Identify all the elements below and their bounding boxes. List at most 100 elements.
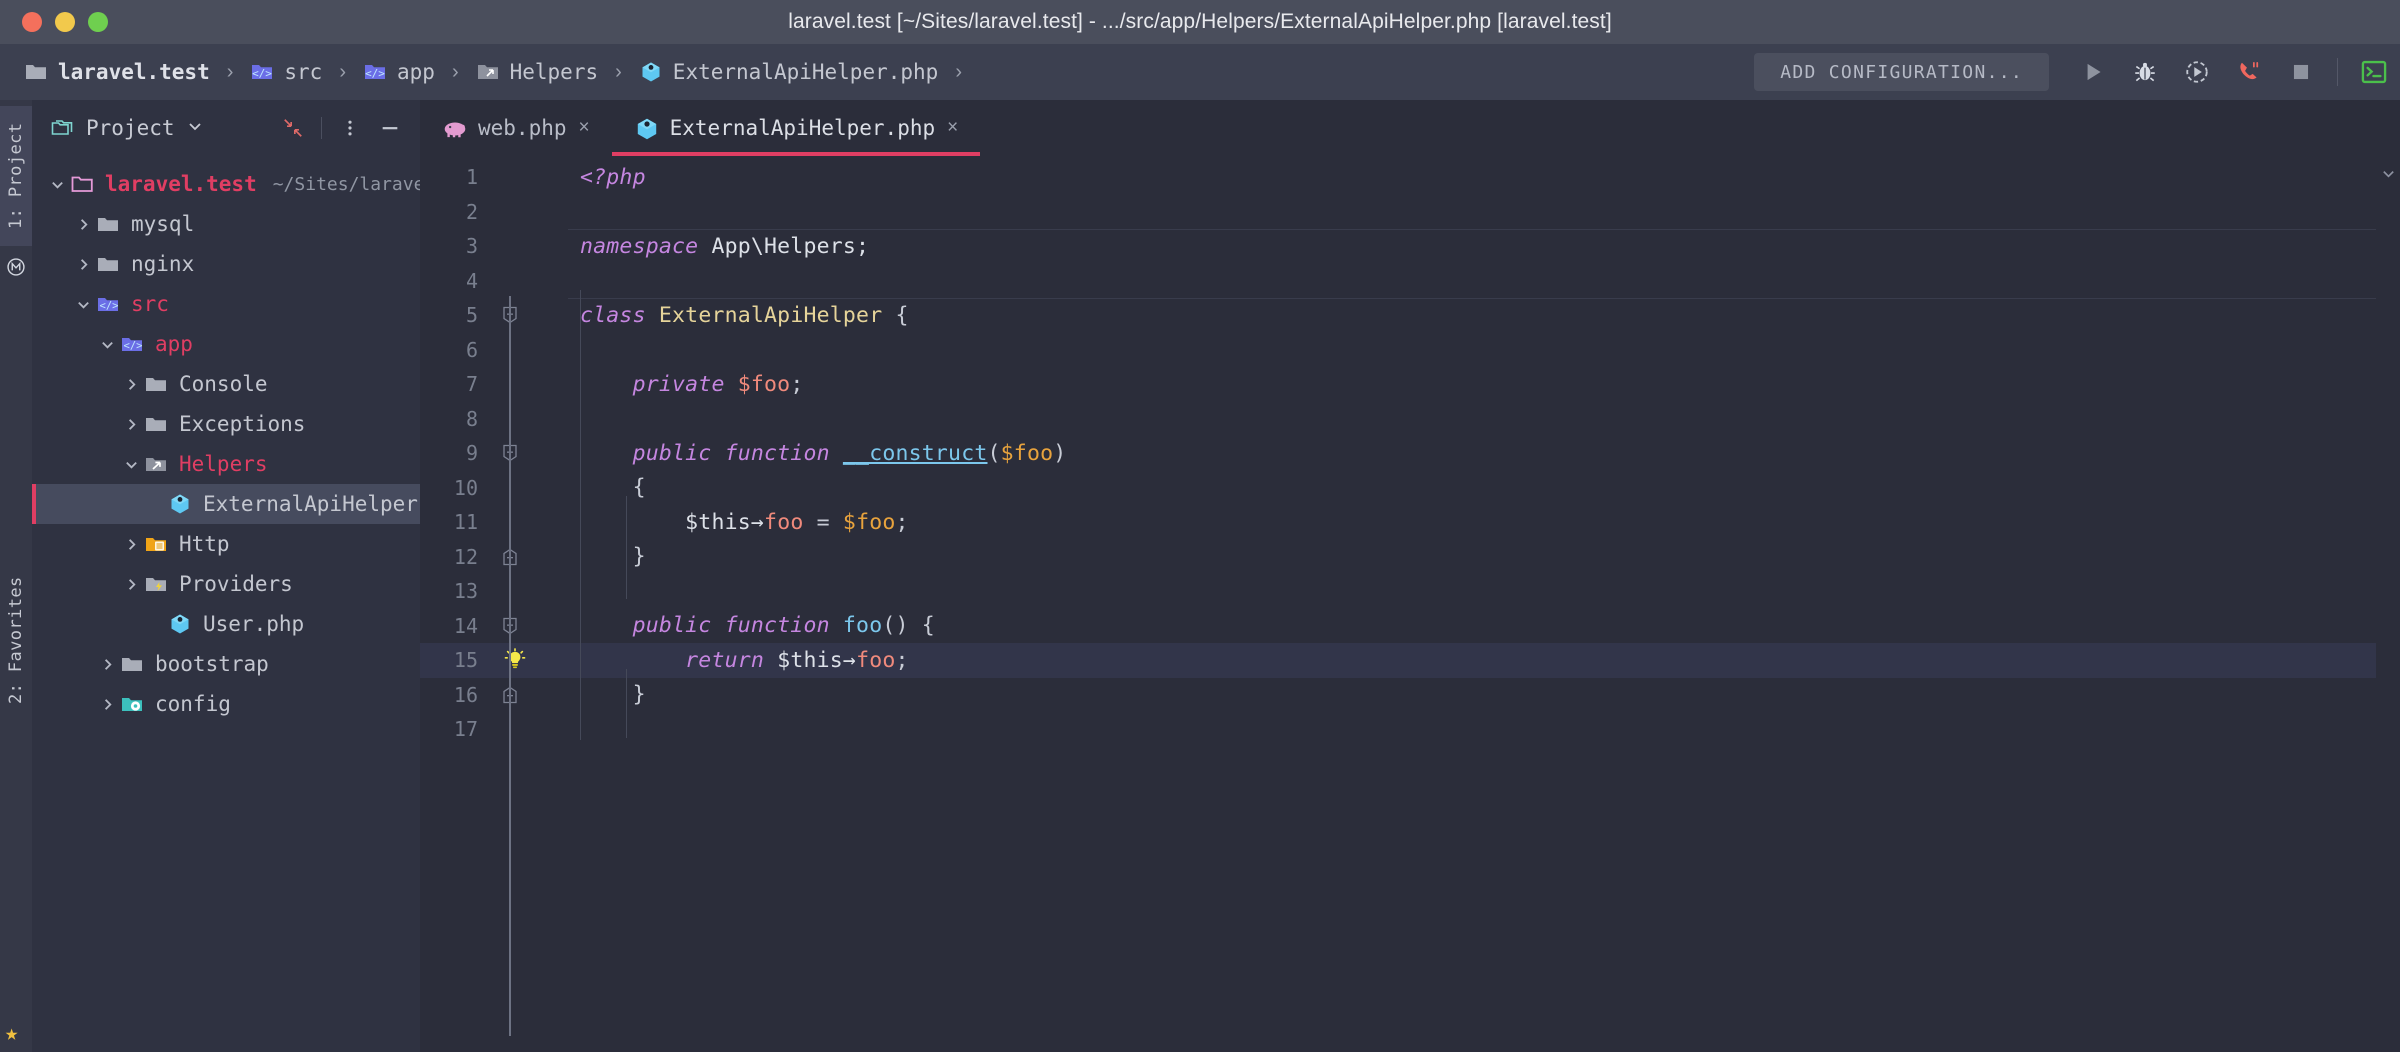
debug-button[interactable] <box>2119 49 2171 95</box>
minimize-window-button[interactable] <box>55 12 75 32</box>
breadcrumb-item-file[interactable]: ExternalApiHelper.php <box>633 57 945 87</box>
gutter-line[interactable]: 6 <box>420 333 568 368</box>
chevron-down-icon[interactable] <box>70 297 96 312</box>
run-button[interactable] <box>2067 49 2119 95</box>
tab-externalapihelper-php[interactable]: ExternalApiHelper.php × <box>611 100 981 156</box>
code-line[interactable] <box>568 712 2376 747</box>
chevron-right-icon[interactable] <box>118 417 144 432</box>
code-line[interactable]: public function __construct($foo) <box>568 436 2376 471</box>
code-line[interactable] <box>568 195 2376 230</box>
close-window-button[interactable] <box>22 12 42 32</box>
code-line[interactable] <box>568 402 2376 437</box>
code-line[interactable]: private $foo; <box>568 367 2376 402</box>
code-line[interactable]: return $this → foo; <box>568 643 2376 678</box>
code-token: public function <box>632 440 830 466</box>
editor-scrollbar[interactable] <box>2376 156 2400 1052</box>
tree-item-console[interactable]: Console <box>32 364 420 404</box>
gutter-line[interactable]: 9 <box>420 436 568 471</box>
chevron-right-icon[interactable] <box>94 697 120 712</box>
chevron-down-icon[interactable] <box>187 118 203 138</box>
chevron-right-icon[interactable] <box>118 377 144 392</box>
gutter-line[interactable]: 13 <box>420 574 568 609</box>
code-line[interactable] <box>568 574 2376 609</box>
gutter-line[interactable]: 12 <box>420 540 568 575</box>
tree-item-config[interactable]: config <box>32 684 420 724</box>
code-content[interactable]: <?php namespace App\Helpers; class Externa… <box>568 156 2376 1052</box>
chevron-down-icon[interactable] <box>2381 166 2396 185</box>
tree-item-helpers[interactable]: Helpers <box>32 444 420 484</box>
chevron-right-icon[interactable] <box>70 257 96 272</box>
gutter-line[interactable]: 5 <box>420 298 568 333</box>
chevron-down-icon[interactable] <box>94 337 120 352</box>
code-line[interactable]: } <box>568 678 2376 713</box>
run-with-coverage-button[interactable] <box>2171 49 2223 95</box>
svg-text:</>: </> <box>252 67 272 80</box>
tab-close-icon[interactable]: × <box>947 117 958 139</box>
code-line[interactable]: class ExternalApiHelper { <box>568 298 2376 333</box>
chevron-right-icon[interactable] <box>94 657 120 672</box>
tab-web-php[interactable]: web.php × <box>420 100 612 156</box>
gutter-line[interactable]: 14 <box>420 609 568 644</box>
gutter-line[interactable]: 8 <box>420 402 568 437</box>
chevron-right-icon[interactable] <box>70 217 96 232</box>
gutter-line[interactable]: 1 <box>420 160 568 195</box>
structure-icon[interactable] <box>0 250 32 284</box>
gutter-icon-slot[interactable] <box>486 617 566 635</box>
tree-item-http[interactable]: Http <box>32 524 420 564</box>
chevron-right-icon[interactable] <box>118 577 144 592</box>
star-icon[interactable]: ★ <box>5 1021 18 1046</box>
code-line[interactable]: namespace App\Helpers; <box>568 229 2376 264</box>
code-line[interactable]: $this → foo = $foo; <box>568 505 2376 540</box>
gutter-line[interactable]: 2 <box>420 195 568 230</box>
tab-close-icon[interactable]: × <box>579 117 590 139</box>
breadcrumb-item-src[interactable]: </> src <box>244 57 328 87</box>
tree-item-providers[interactable]: Providers <box>32 564 420 604</box>
breadcrumb-item-project[interactable]: laravel.test <box>18 57 216 87</box>
breadcrumb-item-app[interactable]: </> app <box>357 57 441 87</box>
tree-item-externalapihelper-php[interactable]: ExternalApiHelper.php <box>32 484 420 524</box>
panel-options-button[interactable] <box>332 110 368 146</box>
svg-text:</>: </> <box>365 67 385 80</box>
code-line[interactable]: { <box>568 471 2376 506</box>
gutter-line[interactable]: 17 <box>420 712 568 747</box>
gutter-line[interactable]: 10 <box>420 471 568 506</box>
tree-item-exceptions[interactable]: Exceptions <box>32 404 420 444</box>
code-line[interactable]: } <box>568 540 2376 575</box>
code-line[interactable] <box>568 333 2376 368</box>
collapse-all-button[interactable] <box>275 110 311 146</box>
chevron-right-icon[interactable] <box>118 537 144 552</box>
tree-item-user-php[interactable]: User.php <box>32 604 420 644</box>
gutter-line[interactable]: 7 <box>420 367 568 402</box>
code-line[interactable] <box>568 264 2376 299</box>
tree-item-app[interactable]: </> app <box>32 324 420 364</box>
gutter-line[interactable]: 16 <box>420 678 568 713</box>
gutter-icon-slot[interactable] <box>486 306 566 324</box>
tree-item-mysql[interactable]: mysql <box>32 204 420 244</box>
breadcrumb-item-helpers[interactable]: Helpers <box>470 57 605 87</box>
gutter-icon-slot[interactable] <box>486 647 566 673</box>
terminal-button[interactable] <box>2348 49 2400 95</box>
stop-button[interactable] <box>2275 49 2327 95</box>
tree-item-bootstrap[interactable]: bootstrap <box>32 644 420 684</box>
chevron-down-icon[interactable] <box>118 457 144 472</box>
maximize-window-button[interactable] <box>88 12 108 32</box>
tree-item-src[interactable]: </> src <box>32 284 420 324</box>
gutter-line[interactable]: 4 <box>420 264 568 299</box>
gutter-icon-slot[interactable] <box>486 548 566 566</box>
chevron-down-icon[interactable] <box>44 177 70 192</box>
editor-gutter[interactable]: 1 2 3 4 5 6 7 8 9 10 11 12 13 14 15 16 17 <box>420 156 568 1052</box>
rail-tab-project[interactable]: 1: Project <box>0 106 32 246</box>
tree-item-laravel-test[interactable]: laravel.test ~/Sites/laravel.test <box>32 164 420 204</box>
code-line[interactable]: <?php <box>568 160 2376 195</box>
hide-panel-button[interactable] <box>372 110 408 146</box>
profile-button[interactable] <box>2223 49 2275 95</box>
gutter-icon-slot[interactable] <box>486 686 566 704</box>
gutter-line[interactable]: 15 <box>420 643 568 678</box>
tree-item-nginx[interactable]: nginx <box>32 244 420 284</box>
gutter-line[interactable]: 3 <box>420 229 568 264</box>
gutter-icon-slot[interactable] <box>486 444 566 462</box>
add-configuration-button[interactable]: ADD CONFIGURATION... <box>1754 53 2049 91</box>
rail-tab-favorites[interactable]: 2: Favorites <box>0 560 32 720</box>
gutter-line[interactable]: 11 <box>420 505 568 540</box>
code-line[interactable]: public function foo() { <box>568 609 2376 644</box>
